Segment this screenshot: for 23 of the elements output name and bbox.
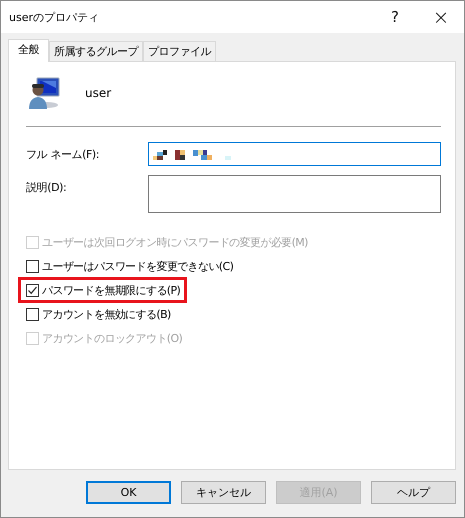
checkbox[interactable]: [26, 308, 39, 320]
dialog-button[interactable]: ヘルプ: [371, 481, 456, 504]
user-name: user: [85, 86, 112, 100]
tab[interactable]: 所属するグループ: [49, 41, 143, 61]
checkbox-label: ユーザーは次回ログオン時にパスワードの変更が必要(M): [42, 234, 308, 250]
tab[interactable]: プロファイル: [143, 41, 216, 61]
window-title: userのプロパティ: [8, 10, 99, 24]
text-area[interactable]: [148, 175, 441, 213]
checkbox[interactable]: [26, 284, 39, 296]
input-field[interactable]: [148, 142, 441, 166]
tab[interactable]: 全般: [8, 39, 49, 62]
dialog-button[interactable]: キャンセル: [181, 481, 266, 504]
checkbox-label: アカウントを無効にする(B): [42, 306, 171, 322]
help-button[interactable]: ?: [372, 1, 418, 33]
dialog-button[interactable]: OK: [86, 481, 171, 504]
checkbox-label: パスワードを無期限にする(P): [42, 282, 180, 298]
field-label: 説明(D):: [26, 180, 68, 195]
user-computer-icon: [27, 76, 61, 110]
checkbox-label: アカウントのロックアウト(O): [42, 330, 182, 346]
checkbox-label: ユーザーはパスワードを変更できない(C): [42, 258, 234, 274]
checkbox[interactable]: [26, 260, 39, 272]
close-button[interactable]: ×: [418, 1, 464, 33]
field-label: フル ネーム(F):: [26, 147, 100, 162]
